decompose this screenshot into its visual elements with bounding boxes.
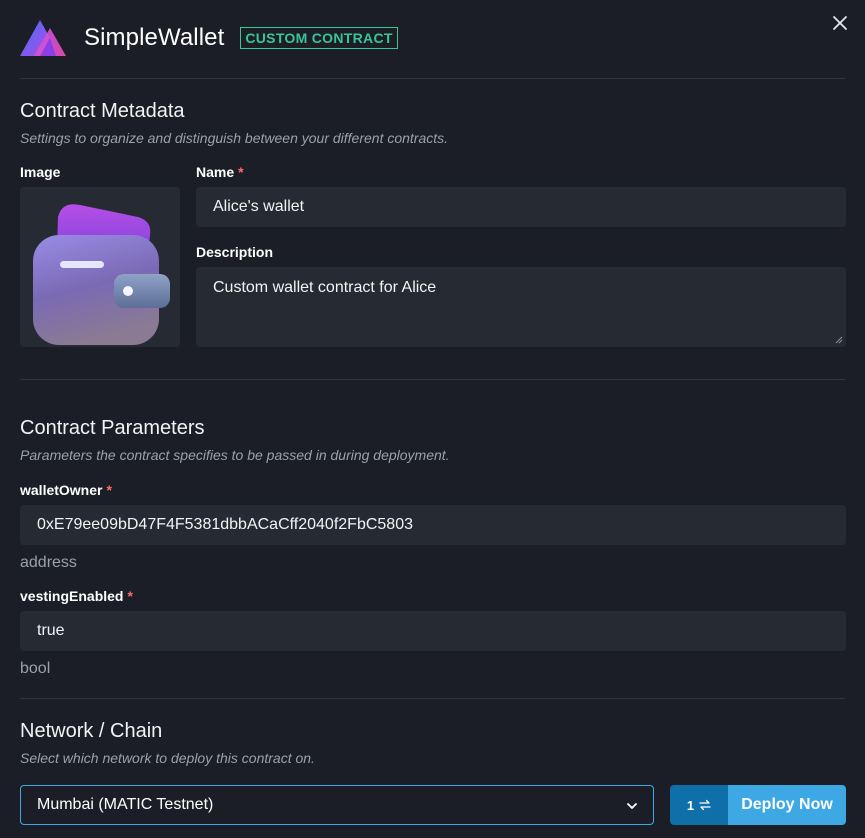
vesting-enabled-input[interactable]: true <box>20 611 846 651</box>
app-title: SimpleWallet <box>84 24 225 51</box>
thirdweb-logo-icon <box>20 20 66 56</box>
description-value: Custom wallet contract for Alice <box>213 279 437 296</box>
metadata-section-title: Contract Metadata <box>20 100 185 122</box>
parameters-section-subtitle: Parameters the contract specifies to be … <box>20 447 450 463</box>
resize-grip-icon[interactable] <box>835 336 843 344</box>
parameters-section-title: Contract Parameters <box>20 417 205 439</box>
name-label: Name * <box>196 164 244 180</box>
batch-count: 1 <box>686 797 695 813</box>
custom-contract-badge: CUSTOM CONTRACT <box>240 27 398 49</box>
wallet-owner-label: walletOwner * <box>20 482 112 498</box>
modal-header: SimpleWallet CUSTOM CONTRACT <box>20 18 398 58</box>
metadata-section-subtitle: Settings to organize and distinguish bet… <box>20 130 449 146</box>
deploy-now-button[interactable]: Deploy Now <box>728 785 846 825</box>
parameters-divider <box>20 698 845 699</box>
required-marker: * <box>106 482 112 498</box>
network-section-title: Network / Chain <box>20 720 163 742</box>
batch-transactions-button[interactable]: 1 <box>670 785 728 825</box>
metadata-divider <box>20 379 845 380</box>
vesting-enabled-label: vestingEnabled * <box>20 588 133 604</box>
image-label: Image <box>20 164 61 180</box>
required-marker: * <box>127 588 133 604</box>
swap-arrows-icon <box>699 799 711 811</box>
close-icon[interactable] <box>831 14 849 32</box>
vesting-enabled-type-hint: bool <box>20 660 51 677</box>
network-section-subtitle: Select which network to deploy this cont… <box>20 750 315 766</box>
deploy-button-group: 1 Deploy Now <box>670 785 846 825</box>
description-textarea[interactable]: Custom wallet contract for Alice <box>196 267 846 347</box>
chevron-down-icon <box>627 803 637 809</box>
wallet-icon <box>33 204 170 345</box>
wallet-owner-input[interactable]: 0xE79ee09bD47F4F5381dbbACaCff2040f2FbC58… <box>20 505 846 545</box>
network-select[interactable]: Mumbai (MATIC Testnet) <box>20 785 654 825</box>
required-marker: * <box>238 164 244 180</box>
description-label: Description <box>196 244 274 260</box>
wallet-owner-type-hint: address <box>20 554 77 571</box>
network-select-value: Mumbai (MATIC Testnet) <box>37 796 214 813</box>
header-divider <box>20 78 845 79</box>
name-input[interactable]: Alice's wallet <box>196 187 846 227</box>
image-upload[interactable] <box>20 187 180 347</box>
